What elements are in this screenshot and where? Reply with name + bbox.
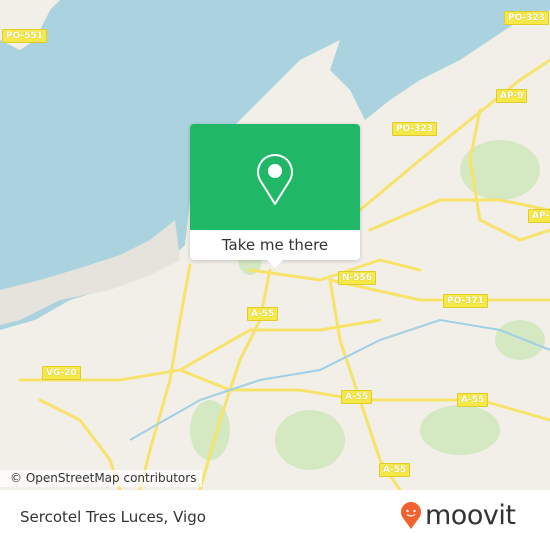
location-popup: Take me there bbox=[190, 124, 360, 268]
road-label: PO-551 bbox=[2, 29, 47, 43]
brand-name: moovit bbox=[425, 500, 516, 531]
road-label: A-55 bbox=[379, 463, 411, 477]
moovit-pin-icon bbox=[401, 501, 421, 529]
place-name: Sercotel Tres Luces, Vigo bbox=[20, 508, 206, 526]
popup-pointer bbox=[266, 259, 284, 268]
moovit-logo: moovit bbox=[400, 500, 516, 531]
map[interactable]: PO-551 PO-323 AP-9 PO-323 AP- N-556 PO-3… bbox=[0, 0, 550, 490]
road-label: AP-9 bbox=[496, 89, 528, 103]
road-label: VG-20 bbox=[42, 366, 81, 380]
popup-header bbox=[190, 124, 360, 230]
road-label: PO-371 bbox=[443, 294, 488, 308]
take-me-there-button[interactable]: Take me there bbox=[190, 230, 360, 260]
road-label: N-556 bbox=[338, 271, 377, 285]
road-label: A-55 bbox=[341, 390, 373, 404]
road-label: A-55 bbox=[247, 307, 279, 321]
road-label: AP- bbox=[528, 209, 550, 223]
attribution[interactable]: © OpenStreetMap contributors bbox=[0, 470, 203, 487]
road-label: PO-323 bbox=[504, 11, 549, 25]
road-label: PO-323 bbox=[392, 122, 437, 136]
footer: Sercotel Tres Luces, Vigo moovit bbox=[0, 490, 550, 550]
map-pin-icon bbox=[257, 154, 293, 205]
road-label: A-55 bbox=[457, 393, 489, 407]
